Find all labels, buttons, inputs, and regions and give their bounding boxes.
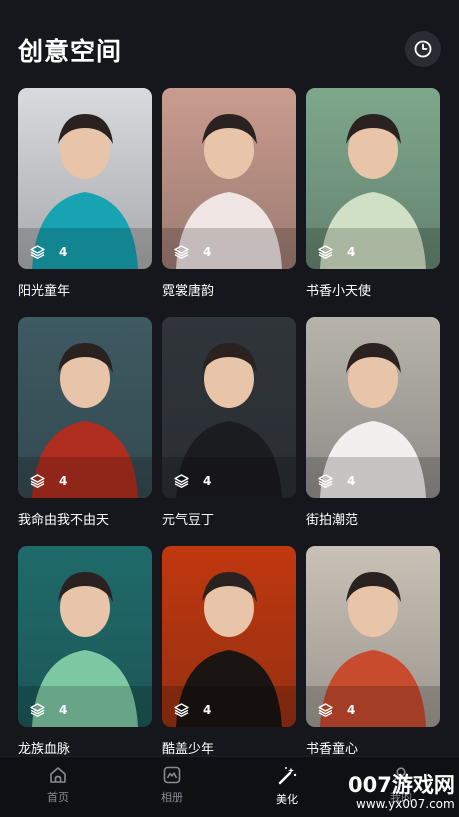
card-thumbnail[interactable]: 4: [162, 317, 296, 498]
tab-album[interactable]: 相册: [137, 765, 207, 805]
watermark-url: www.yx007.com: [356, 797, 455, 811]
card-thumbnail[interactable]: 4: [306, 88, 440, 269]
tab-label: 首页: [47, 791, 69, 804]
magic-wand-icon: [252, 765, 322, 787]
header: 创意空间: [0, 0, 459, 88]
photo-count: 4: [318, 474, 355, 488]
card-thumbnail[interactable]: 4: [306, 317, 440, 498]
layers-icon: [30, 474, 45, 488]
card-title: 书香童心: [306, 742, 359, 757]
photo-count-value: 4: [347, 474, 356, 488]
tab-home[interactable]: 首页: [23, 765, 93, 805]
photo-count-value: 4: [59, 703, 68, 717]
portrait-image: [162, 317, 296, 498]
template-card[interactable]: 4 书香小天使: [306, 88, 440, 299]
layers-icon: [318, 703, 333, 717]
layers-icon: [30, 245, 45, 259]
card-thumbnail[interactable]: 4: [18, 546, 152, 727]
layers-icon: [318, 245, 333, 259]
home-icon: [23, 765, 93, 785]
card-thumbnail[interactable]: 4: [306, 546, 440, 727]
portrait-image: [18, 317, 152, 498]
card-title: 街拍潮范: [306, 513, 359, 528]
photo-count: 4: [30, 474, 67, 488]
card-title: 我命由我不由天: [18, 513, 110, 528]
photo-count: 4: [174, 474, 211, 488]
tab-label: 相册: [161, 791, 183, 804]
card-title: 酷盖少年: [162, 742, 215, 757]
photo-count-value: 4: [347, 703, 356, 717]
photo-count-value: 4: [59, 245, 68, 259]
watermark: 007游戏网 www.yx007.com: [348, 769, 459, 815]
card-thumbnail[interactable]: 4: [18, 317, 152, 498]
layers-icon: [174, 245, 189, 259]
portrait-image: [18, 546, 152, 727]
card-title: 龙族血脉: [18, 742, 71, 757]
template-card[interactable]: 4 书香童心: [306, 546, 440, 757]
template-card[interactable]: 4 霓裳唐韵: [162, 88, 296, 299]
photo-count: 4: [318, 703, 355, 717]
watermark-title: 007游戏网: [348, 773, 455, 797]
card-thumbnail[interactable]: 4: [162, 88, 296, 269]
photo-count-value: 4: [347, 245, 356, 259]
portrait-image: [18, 88, 152, 269]
photo-count-value: 4: [203, 703, 212, 717]
layers-icon: [30, 703, 45, 717]
photo-count: 4: [30, 245, 67, 259]
portrait-image: [162, 546, 296, 727]
template-card[interactable]: 4 我命由我不由天: [18, 317, 152, 528]
photo-count: 4: [318, 245, 355, 259]
photo-count-value: 4: [203, 474, 212, 488]
photo-count: 4: [174, 703, 211, 717]
card-title: 霓裳唐韵: [162, 284, 215, 299]
layers-icon: [174, 703, 189, 717]
portrait-image: [162, 88, 296, 269]
tab-label: 美化: [276, 793, 298, 806]
layers-icon: [318, 474, 333, 488]
template-card[interactable]: 4 阳光童年: [18, 88, 152, 299]
card-thumbnail[interactable]: 4: [18, 88, 152, 269]
photo-count: 4: [30, 703, 67, 717]
card-title: 阳光童年: [18, 284, 71, 299]
template-card[interactable]: 4 龙族血脉: [18, 546, 152, 757]
portrait-image: [306, 88, 440, 269]
photo-count-value: 4: [203, 245, 212, 259]
layers-icon: [174, 474, 189, 488]
tab-beautify[interactable]: 美化: [252, 765, 322, 807]
history-button[interactable]: [405, 31, 441, 67]
card-thumbnail[interactable]: 4: [162, 546, 296, 727]
page-title: 创意空间: [18, 37, 123, 66]
portrait-image: [306, 546, 440, 727]
photo-count: 4: [174, 245, 211, 259]
clock-icon: [414, 40, 432, 58]
album-icon: [137, 765, 207, 785]
template-card[interactable]: 4 酷盖少年: [162, 546, 296, 757]
template-card[interactable]: 4 元气豆丁: [162, 317, 296, 528]
template-card[interactable]: 4 街拍潮范: [306, 317, 440, 528]
portrait-image: [306, 317, 440, 498]
photo-count-value: 4: [59, 474, 68, 488]
card-title: 元气豆丁: [162, 513, 215, 528]
card-title: 书香小天使: [306, 284, 372, 299]
